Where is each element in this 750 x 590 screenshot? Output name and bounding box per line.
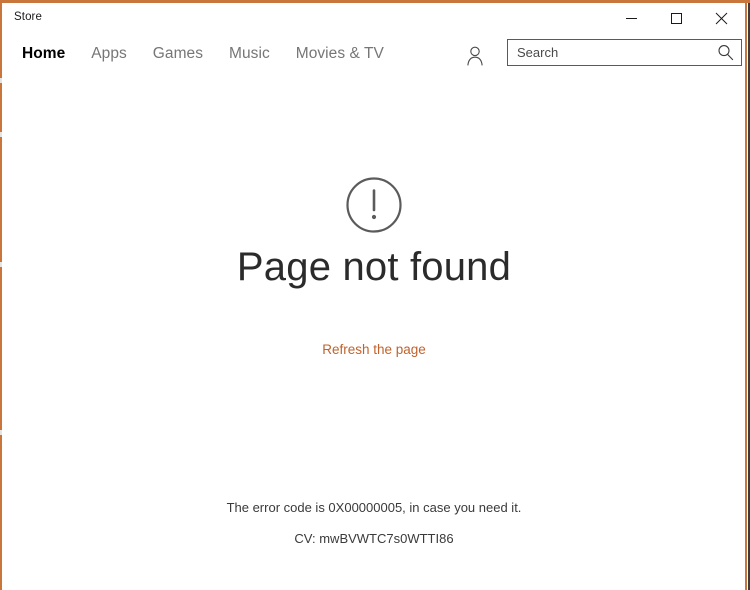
minimize-icon — [626, 17, 637, 19]
maximize-button[interactable] — [654, 3, 699, 33]
search-box[interactable] — [507, 39, 742, 66]
search-icon — [717, 45, 733, 61]
account-button[interactable] — [462, 42, 488, 68]
page-title: Page not found — [236, 245, 512, 289]
refresh-link-wrap: Refresh the page — [2, 341, 746, 359]
nav-links: Home Apps Games Music Movies & TV — [22, 33, 384, 75]
minimize-button[interactable] — [609, 3, 654, 33]
window-controls — [609, 3, 744, 33]
nav-item-apps[interactable]: Apps — [91, 45, 127, 63]
window-frame-notch — [0, 132, 2, 137]
window-frame-left-accent — [0, 3, 2, 590]
error-code-text: The error code is 0X00000005, in case yo… — [226, 500, 522, 515]
correlation-vector-text: CV: mwBVWTC7s0WTTI86 — [294, 531, 454, 546]
person-icon — [467, 46, 483, 66]
window-frame-top-accent — [0, 0, 750, 3]
store-app-window: Store Home Apps Games Music Movies & TV … — [0, 0, 750, 590]
search-input[interactable] — [508, 40, 709, 65]
nav-item-games[interactable]: Games — [153, 45, 203, 63]
exclamation-circle-icon — [346, 177, 402, 233]
window-frame-notch — [0, 430, 2, 435]
nav-item-music[interactable]: Music — [229, 45, 270, 63]
refresh-the-page-link[interactable]: Refresh the page — [322, 342, 426, 357]
maximize-icon — [671, 12, 682, 24]
close-button[interactable] — [699, 3, 744, 33]
search-submit-button[interactable] — [709, 40, 741, 65]
error-icon-wrap — [2, 175, 746, 235]
window-frame-notch — [0, 78, 2, 83]
nav-item-home[interactable]: Home — [22, 45, 65, 63]
window-frame-notch — [0, 262, 2, 267]
error-page-content: Page not found Refresh the page The erro… — [2, 75, 746, 587]
close-icon — [715, 12, 728, 24]
nav-item-movies-and-tv[interactable]: Movies & TV — [296, 45, 384, 63]
window-frame-right-accent — [745, 3, 747, 590]
window-title: Store — [14, 11, 42, 23]
title-bar[interactable]: Store — [2, 3, 746, 33]
